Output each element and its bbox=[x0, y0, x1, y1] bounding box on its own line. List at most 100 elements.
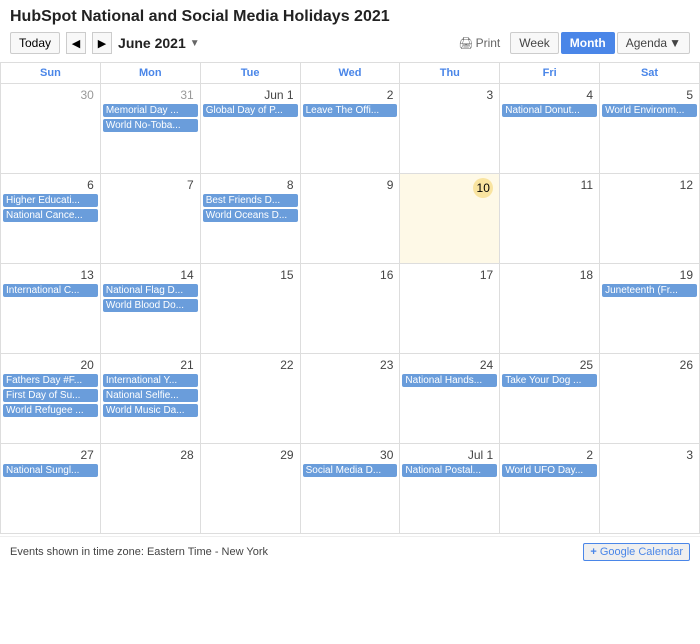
calendar-event[interactable]: Social Media D... bbox=[303, 464, 398, 477]
day-number: 11 bbox=[502, 176, 597, 194]
calendar-cell[interactable]: 30Social Media D... bbox=[300, 444, 400, 534]
calendar-cell[interactable]: 2World UFO Day... bbox=[500, 444, 600, 534]
month-view-button[interactable]: Month bbox=[561, 32, 615, 54]
calendar-cell[interactable]: 11 bbox=[500, 174, 600, 264]
calendar-cell[interactable]: 24National Hands... bbox=[400, 354, 500, 444]
calendar-cell[interactable]: 13International C... bbox=[1, 264, 101, 354]
next-button[interactable]: ▶ bbox=[92, 32, 112, 54]
day-number: 20 bbox=[3, 356, 98, 374]
calendar-cell[interactable]: 4National Donut... bbox=[500, 84, 600, 174]
calendar-event[interactable]: International Y... bbox=[103, 374, 198, 387]
calendar-cell[interactable]: 26 bbox=[600, 354, 700, 444]
calendar-event[interactable]: World Refugee ... bbox=[3, 404, 98, 417]
day-number: 8 bbox=[203, 176, 298, 194]
calendar-cell[interactable]: 12 bbox=[600, 174, 700, 264]
calendar-cell[interactable]: 5World Environm... bbox=[600, 84, 700, 174]
calendar-event[interactable]: Fathers Day #F... bbox=[3, 374, 98, 387]
calendar-cell[interactable]: 3 bbox=[400, 84, 500, 174]
page-title: HubSpot National and Social Media Holida… bbox=[10, 8, 690, 26]
calendar-cell[interactable]: 2Leave The Offi... bbox=[300, 84, 400, 174]
calendar-cell[interactable]: 10 bbox=[400, 174, 500, 264]
calendar-event[interactable]: International C... bbox=[3, 284, 98, 297]
calendar-event[interactable]: World UFO Day... bbox=[502, 464, 597, 477]
day-number: 21 bbox=[103, 356, 198, 374]
day-header-wed: Wed bbox=[300, 63, 400, 84]
calendar-event[interactable]: World Blood Do... bbox=[103, 299, 198, 312]
calendar-event[interactable]: National Sungl... bbox=[3, 464, 98, 477]
day-number: 10 bbox=[473, 178, 493, 198]
day-number: 9 bbox=[303, 176, 398, 194]
day-number: 18 bbox=[502, 266, 597, 284]
calendar-table: SunMonTueWedThuFriSat 3031Memorial Day .… bbox=[0, 62, 700, 534]
calendar-event[interactable]: National Postal... bbox=[402, 464, 497, 477]
calendar-event[interactable]: National Hands... bbox=[402, 374, 497, 387]
calendar-cell[interactable]: 15 bbox=[200, 264, 300, 354]
agenda-dropdown-icon: ▼ bbox=[669, 36, 681, 50]
day-header-sat: Sat bbox=[600, 63, 700, 84]
day-header-tue: Tue bbox=[200, 63, 300, 84]
timezone-label: Events shown in time zone: Eastern Time … bbox=[10, 546, 268, 558]
calendar-event[interactable]: World Oceans D... bbox=[203, 209, 298, 222]
calendar-cell[interactable]: 23 bbox=[300, 354, 400, 444]
calendar-event[interactable]: World Environm... bbox=[602, 104, 697, 117]
month-dropdown-icon[interactable]: ▼ bbox=[190, 38, 200, 49]
day-number: 15 bbox=[203, 266, 298, 284]
day-number: 30 bbox=[3, 86, 98, 104]
calendar-cell[interactable]: 16 bbox=[300, 264, 400, 354]
week-view-button[interactable]: Week bbox=[510, 32, 558, 54]
calendar-cell[interactable]: Jul 1National Postal... bbox=[400, 444, 500, 534]
day-number: 13 bbox=[3, 266, 98, 284]
calendar-cell[interactable]: Jun 1Global Day of P... bbox=[200, 84, 300, 174]
day-number: 4 bbox=[502, 86, 597, 104]
calendar-cell[interactable]: 3 bbox=[600, 444, 700, 534]
day-number: 17 bbox=[402, 266, 497, 284]
calendar-cell[interactable]: 28 bbox=[100, 444, 200, 534]
calendar-event[interactable]: National Flag D... bbox=[103, 284, 198, 297]
agenda-view-button[interactable]: Agenda ▼ bbox=[617, 32, 690, 54]
day-header-thu: Thu bbox=[400, 63, 500, 84]
calendar-cell[interactable]: 17 bbox=[400, 264, 500, 354]
calendar-cell[interactable]: 18 bbox=[500, 264, 600, 354]
day-number: 26 bbox=[602, 356, 697, 374]
calendar-cell[interactable]: 25Take Your Dog ... bbox=[500, 354, 600, 444]
prev-button[interactable]: ◀ bbox=[66, 32, 86, 54]
calendar-cell[interactable]: 20Fathers Day #F... First Day of Su... Wor… bbox=[1, 354, 101, 444]
calendar-event[interactable]: National Cance... bbox=[3, 209, 98, 222]
google-calendar-button[interactable]: + Google Calendar bbox=[583, 543, 690, 561]
calendar-event[interactable]: Take Your Dog ... bbox=[502, 374, 597, 387]
calendar-event[interactable]: World No-Toba... bbox=[103, 119, 198, 132]
day-number: 12 bbox=[602, 176, 697, 194]
day-number: 5 bbox=[602, 86, 697, 104]
printer-icon: 🖨 bbox=[458, 36, 473, 50]
calendar-event[interactable]: Global Day of P... bbox=[203, 104, 298, 117]
day-number: 6 bbox=[3, 176, 98, 194]
calendar-event[interactable]: Juneteenth (Fr... bbox=[602, 284, 697, 297]
calendar-cell[interactable]: 31Memorial Day ...World No-Toba... bbox=[100, 84, 200, 174]
today-button[interactable]: Today bbox=[10, 32, 60, 54]
calendar-cell[interactable]: 30 bbox=[1, 84, 101, 174]
calendar-event[interactable]: Leave The Offi... bbox=[303, 104, 398, 117]
calendar-event[interactable]: Memorial Day ... bbox=[103, 104, 198, 117]
day-number: Jul 1 bbox=[402, 446, 497, 464]
calendar-cell[interactable]: 7 bbox=[100, 174, 200, 264]
calendar-cell[interactable]: 22 bbox=[200, 354, 300, 444]
calendar-cell[interactable]: 29 bbox=[200, 444, 300, 534]
calendar-event[interactable]: Best Friends D... bbox=[203, 194, 298, 207]
calendar-event[interactable]: World Music Da... bbox=[103, 404, 198, 417]
calendar-cell[interactable]: 27National Sungl... bbox=[1, 444, 101, 534]
day-number: 25 bbox=[502, 356, 597, 374]
print-button[interactable]: 🖨 Print bbox=[458, 36, 500, 50]
calendar-event[interactable]: National Selfie... bbox=[103, 389, 198, 402]
day-number: 2 bbox=[303, 86, 398, 104]
day-number: 3 bbox=[402, 86, 497, 104]
calendar-event[interactable]: First Day of Su... bbox=[3, 389, 98, 402]
calendar-cell[interactable]: 19Juneteenth (Fr... bbox=[600, 264, 700, 354]
day-number: 3 bbox=[602, 446, 697, 464]
calendar-cell[interactable]: 8Best Friends D... World Oceans D... bbox=[200, 174, 300, 264]
calendar-cell[interactable]: 6Higher Educati... National Cance... bbox=[1, 174, 101, 264]
calendar-cell[interactable]: 21International Y... National Selfie... Wo… bbox=[100, 354, 200, 444]
calendar-cell[interactable]: 14National Flag D...World Blood Do... bbox=[100, 264, 200, 354]
calendar-cell[interactable]: 9 bbox=[300, 174, 400, 264]
calendar-event[interactable]: National Donut... bbox=[502, 104, 597, 117]
calendar-event[interactable]: Higher Educati... bbox=[3, 194, 98, 207]
